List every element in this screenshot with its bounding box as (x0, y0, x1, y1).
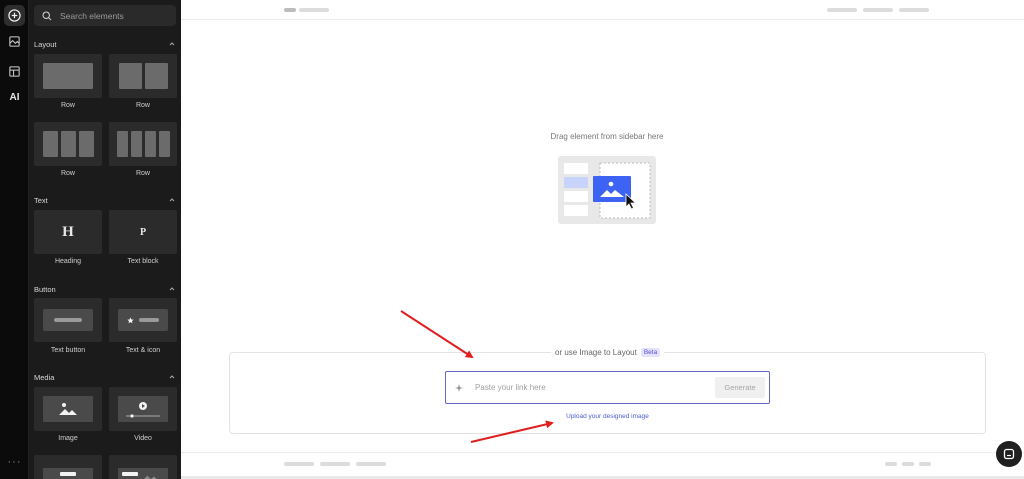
layout-icon (9, 66, 20, 77)
chevron-up-icon (169, 375, 175, 379)
annotation-arrow (400, 310, 474, 359)
image-icon (144, 475, 158, 479)
element-text-button[interactable] (34, 298, 102, 342)
row-preview (42, 131, 94, 157)
image-link-input[interactable] (475, 383, 705, 392)
section-title: Layout (34, 39, 57, 49)
search-box (34, 5, 176, 26)
button-preview (118, 309, 168, 331)
element-label: Text block (127, 258, 159, 265)
drag-illustration (558, 156, 656, 224)
page-canvas[interactable]: Drag element from sidebar here or use Im… (181, 0, 1024, 479)
section-title: Button (34, 284, 56, 294)
row-preview (118, 63, 168, 89)
row-preview (116, 131, 170, 157)
chat-support-button[interactable] (996, 441, 1022, 467)
media-preview (43, 468, 93, 479)
image-icon (59, 403, 77, 415)
placeholder-pill (356, 462, 386, 466)
star-icon (127, 316, 134, 323)
element-heading[interactable]: H (34, 210, 102, 254)
heading-glyph-icon: H (62, 223, 74, 240)
sparkle-icon (455, 383, 463, 392)
element-label: Row (60, 102, 75, 109)
generate-button[interactable]: Generate (715, 377, 765, 398)
section-header-media[interactable]: Media (34, 371, 176, 383)
element-label: Row (135, 102, 150, 109)
image-to-layout-label: or use Image to Layout (555, 348, 637, 357)
element-label: Row (60, 170, 75, 177)
section-header-layout[interactable]: Layout (34, 38, 176, 50)
element-media-4[interactable] (109, 455, 177, 479)
video-preview (118, 396, 168, 422)
footer-placeholder (181, 452, 1024, 474)
more-icon[interactable]: ··· (6, 456, 23, 468)
add-icon (8, 9, 21, 22)
element-label: Video (134, 435, 152, 442)
video-play-icon (126, 402, 160, 418)
add-element-button[interactable] (4, 5, 25, 26)
element-video[interactable] (109, 387, 177, 431)
element-row-3col[interactable] (34, 122, 102, 166)
placeholder-pill (919, 462, 931, 466)
chevron-up-icon (169, 42, 175, 46)
chevron-up-icon (169, 198, 175, 202)
placeholder-pill (284, 462, 314, 466)
layers-button[interactable] (4, 31, 25, 52)
placeholder-pill (827, 8, 857, 12)
element-label: Image (58, 435, 78, 442)
media-preview (118, 468, 168, 479)
left-rail: AI ··· (0, 0, 29, 479)
element-row-1col[interactable] (34, 54, 102, 98)
drag-illustration-icon (564, 162, 651, 219)
row-preview (43, 63, 93, 89)
upload-image-link[interactable]: Upload your designed image (545, 413, 670, 420)
chevron-up-icon (169, 287, 175, 291)
elements-sidebar: Layout Row Row Row Row Text H Heading P … (29, 0, 181, 479)
image-to-layout-title: or use Image to Layout Beta (551, 348, 665, 357)
link-input-container: Generate (445, 371, 770, 404)
chat-icon (1003, 448, 1015, 460)
element-media-3[interactable] (34, 455, 102, 479)
element-label: Row (135, 170, 150, 177)
placeholder-pill (320, 462, 350, 466)
section-title: Media (34, 372, 55, 382)
section-title: Text (34, 195, 48, 205)
ai-button[interactable]: AI (4, 87, 25, 108)
layout-button[interactable] (4, 61, 25, 82)
header-placeholder (181, 0, 1024, 20)
element-row-2col[interactable] (109, 54, 177, 98)
image-preview (43, 396, 93, 422)
paragraph-glyph-icon: P (139, 226, 147, 238)
placeholder-pill (284, 8, 296, 12)
element-row-4col[interactable] (109, 122, 177, 166)
element-label: Text button (50, 347, 86, 354)
placeholder-pill (299, 8, 329, 12)
button-preview (43, 309, 93, 331)
section-header-button[interactable]: Button (34, 283, 176, 295)
ai-icon: AI (9, 92, 20, 103)
section-header-text[interactable]: Text (34, 194, 176, 206)
element-text-icon-button[interactable] (109, 298, 177, 342)
search-input[interactable] (60, 10, 170, 21)
placeholder-pill (863, 8, 893, 12)
drop-zone-hint: Drag element from sidebar here (550, 132, 664, 141)
element-label: Heading (54, 258, 82, 265)
layers-icon (9, 36, 20, 47)
placeholder-pill (902, 462, 914, 466)
placeholder-pill (885, 462, 897, 466)
element-image[interactable] (34, 387, 102, 431)
search-icon (42, 10, 52, 20)
element-label: Text & icon (125, 347, 161, 354)
placeholder-pill (899, 8, 929, 12)
beta-badge: Beta (640, 348, 661, 357)
element-text-block[interactable]: P (109, 210, 177, 254)
